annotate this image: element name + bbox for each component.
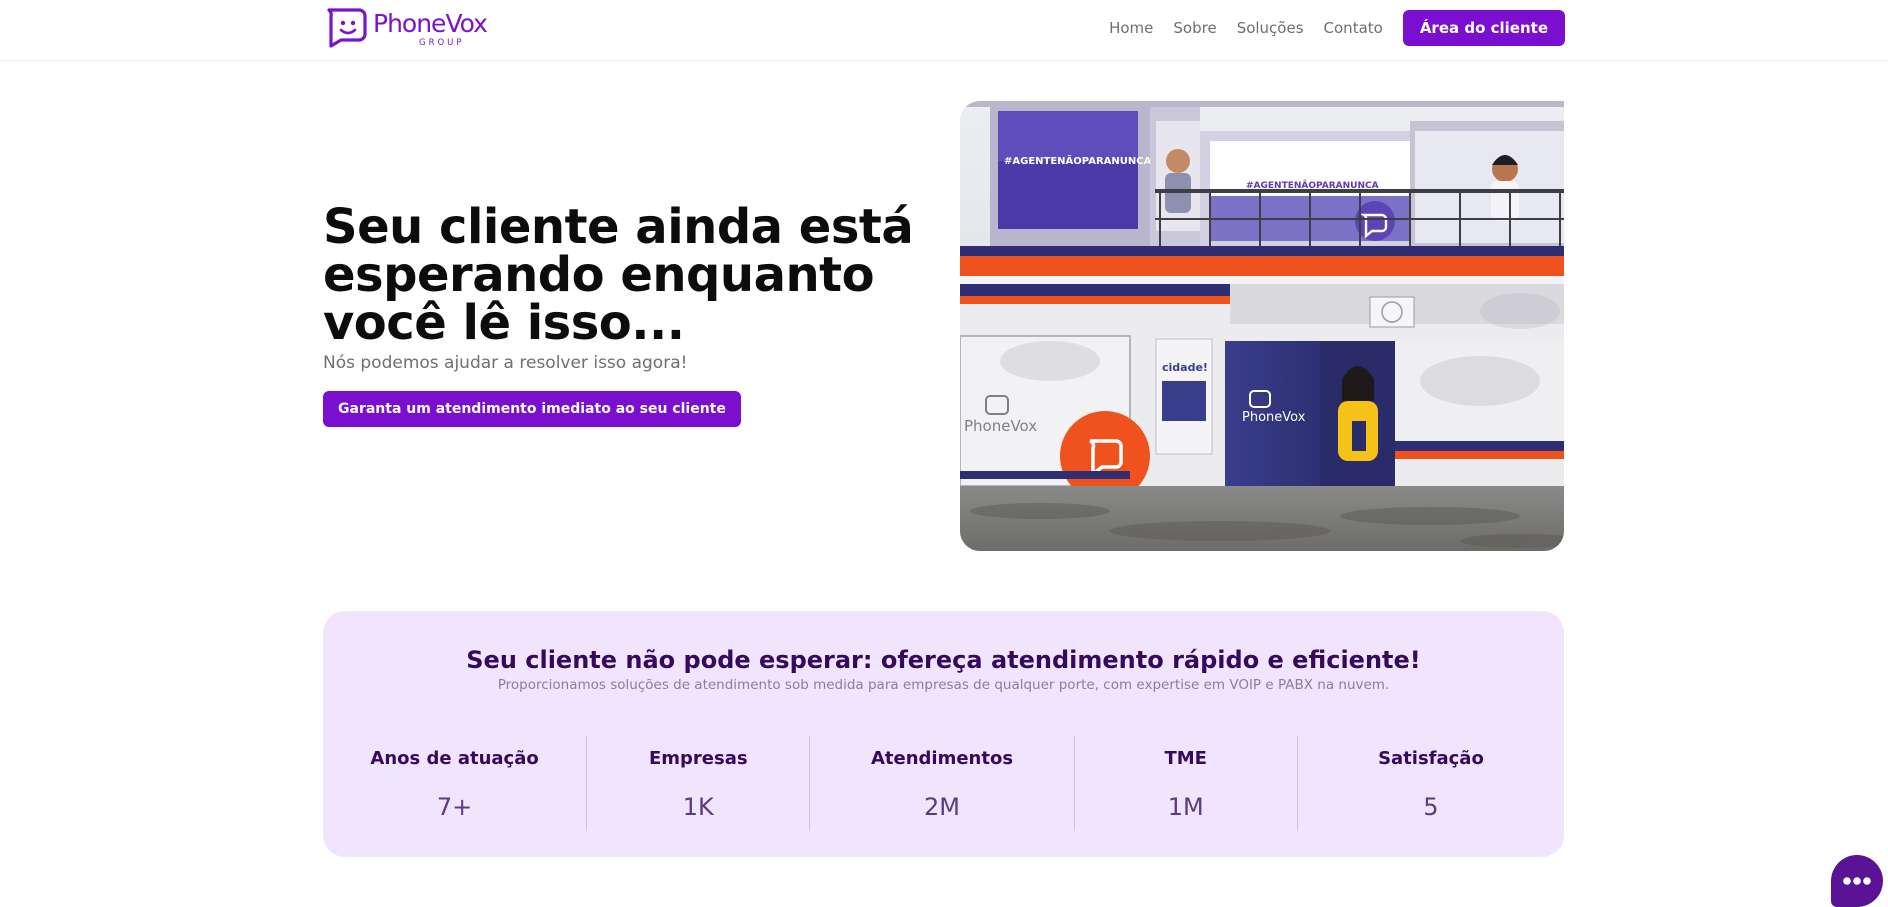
- stat-value: 1K: [682, 793, 714, 821]
- stat-value: 2M: [924, 793, 960, 821]
- stat-satisfacao: Satisfação 5: [1296, 736, 1564, 831]
- door-logo-text: PhoneVox: [964, 417, 1037, 435]
- stat-empresas: Empresas 1K: [586, 736, 809, 831]
- phonevox-logo[interactable]: PhoneVox GROUP: [323, 8, 509, 48]
- stats-row: Anos de atuação 7+ Empresas 1K Atendimen…: [323, 736, 1564, 831]
- stat-tme: TME 1M: [1073, 736, 1297, 831]
- stat-label: Atendimentos: [870, 748, 1014, 769]
- center-door-logo-text: PhoneVox: [1242, 410, 1306, 425]
- stat-label: TME: [1164, 748, 1207, 769]
- hero-title: Seu cliente ainda está esperando enquant…: [323, 199, 914, 351]
- stat-value: 7+: [436, 793, 473, 821]
- stat-label: Satisfação: [1378, 748, 1484, 769]
- hero-cta-button[interactable]: Garanta um atendimento imediato ao seu c…: [323, 391, 741, 427]
- logo-wordmark: PhoneVox GROUP: [373, 8, 509, 48]
- stat-value: 5: [1423, 793, 1439, 821]
- nav-home[interactable]: Home: [1109, 19, 1153, 37]
- chat-widget-button[interactable]: [1831, 855, 1883, 907]
- stat-value: 1M: [1167, 793, 1204, 821]
- nav-contato[interactable]: Contato: [1324, 19, 1383, 37]
- stats-title: Seu cliente não pode esperar: ofereça at…: [466, 646, 1421, 674]
- logo-name: PhoneVox: [373, 9, 488, 38]
- poster-text: cidade!: [1162, 361, 1208, 374]
- stat-anos: Anos de atuação 7+: [323, 736, 586, 831]
- storefront-illustration: #AGENTENÃOPARANUNCA #AGENTENÃOPARANUNCA: [960, 101, 1564, 551]
- nav-sobre[interactable]: Sobre: [1173, 19, 1216, 37]
- nav-solucoes[interactable]: Soluções: [1237, 19, 1304, 37]
- chat-dots-icon: [1843, 877, 1871, 885]
- stats-section: Seu cliente não pode esperar: ofereça at…: [323, 611, 1564, 857]
- phonevox-chat-face-logo-icon: [327, 8, 367, 48]
- stat-label: Anos de atuação: [370, 748, 539, 769]
- storefront-photo: #AGENTENÃOPARANUNCA #AGENTENÃOPARANUNCA: [960, 101, 1564, 551]
- client-area-button[interactable]: Área do cliente: [1402, 10, 1565, 46]
- billboard-left-text: #AGENTENÃOPARANUNCA: [1004, 154, 1152, 167]
- site-header: PhoneVox GROUP Home Sobre Soluções Conta…: [0, 0, 1888, 61]
- logo-subtitle: GROUP: [419, 38, 465, 48]
- main-nav: Home Sobre Soluções Contato Área do clie…: [1109, 10, 1565, 46]
- stat-atendimentos: Atendimentos 2M: [809, 736, 1073, 831]
- hero-subtitle: Nós podemos ajudar a resolver isso agora…: [323, 353, 688, 373]
- stats-subtitle: Proporcionamos soluções de atendimento s…: [497, 677, 1390, 693]
- stat-label: Empresas: [648, 748, 748, 769]
